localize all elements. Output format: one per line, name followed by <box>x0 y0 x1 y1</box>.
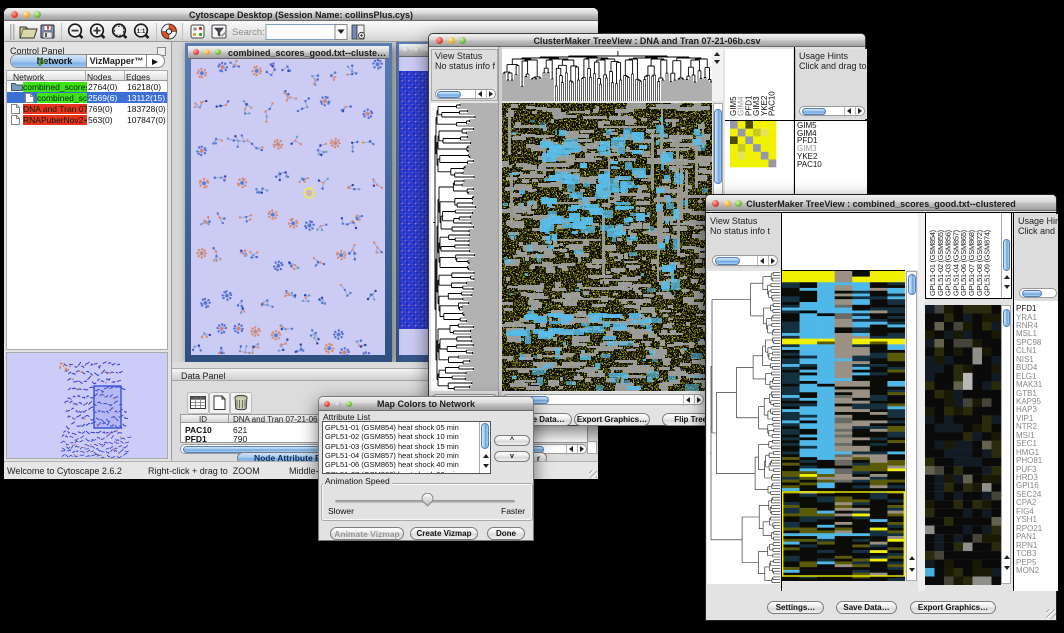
svg-text:1:1: 1:1 <box>137 29 146 35</box>
svg-text:PAC10: PAC10 <box>768 91 777 116</box>
svg-text:Search:: Search: <box>232 27 265 38</box>
svg-text:GPL51-09 (GSM874): GPL51-09 (GSM874) <box>983 229 992 296</box>
